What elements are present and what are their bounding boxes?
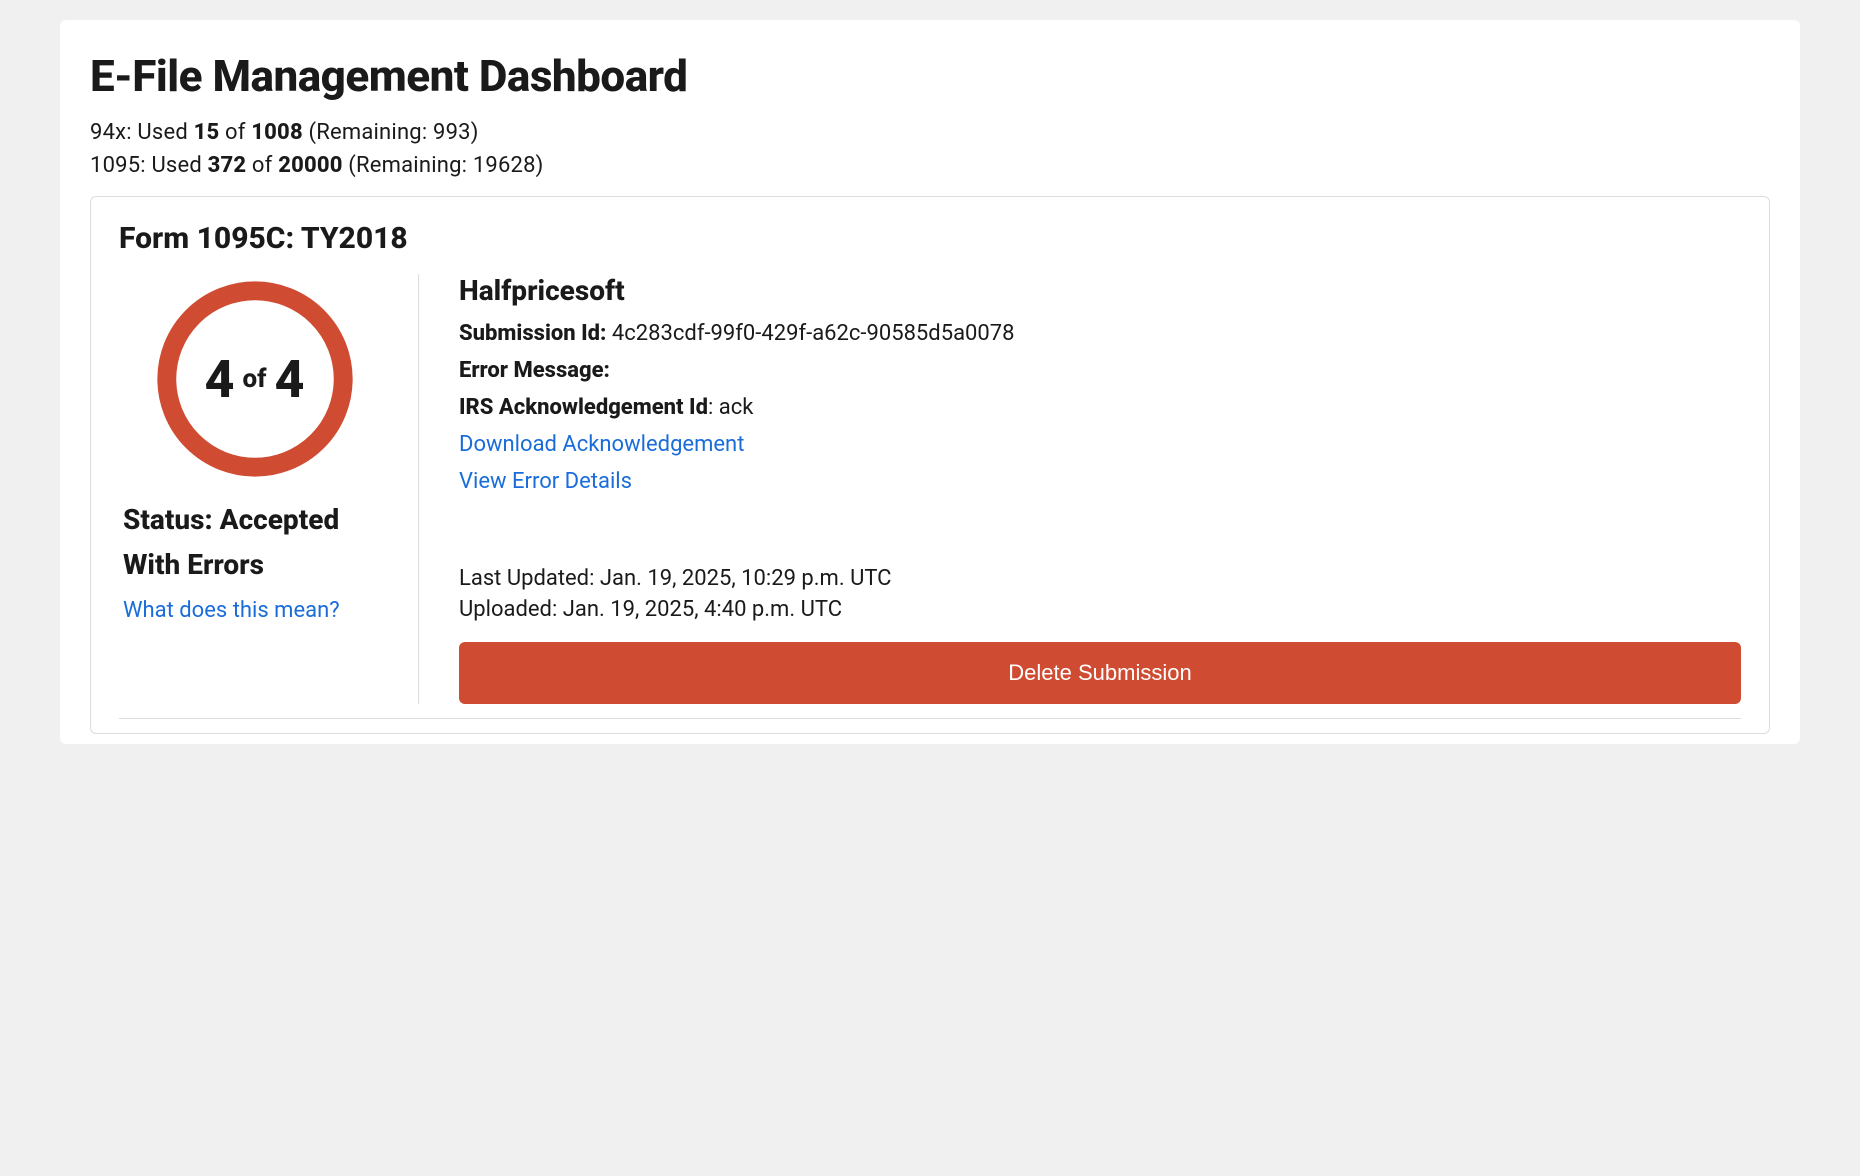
usage-1095-prefix: 1095: Used: [90, 153, 208, 178]
usage-94x-total: 1008: [251, 120, 303, 145]
form-panel: Form 1095C: TY2018 4 of 4 Status: Accept…: [90, 196, 1770, 734]
progress-done: 4: [204, 349, 234, 410]
uploaded-value: Jan. 19, 2025, 4:40 p.m. UTC: [563, 597, 842, 622]
progress-of: of: [242, 364, 266, 394]
error-message-field: Error Message:: [459, 358, 1741, 383]
submission-id-label: Submission Id:: [459, 321, 606, 346]
last-updated-label: Last Updated:: [459, 566, 600, 591]
panel-body: 4 of 4 Status: Accepted With Errors What…: [119, 274, 1741, 719]
progress-ring: 4 of 4: [150, 274, 360, 484]
ack-id-field: IRS Acknowledgement Id: ack: [459, 395, 1741, 420]
last-updated-value: Jan. 19, 2025, 10:29 p.m. UTC: [600, 566, 892, 591]
uploaded: Uploaded: Jan. 19, 2025, 4:40 p.m. UTC: [459, 597, 1741, 622]
ack-id-value: : ack: [708, 395, 753, 420]
usage-94x-mid: of: [219, 120, 251, 145]
progress-total: 4: [275, 349, 305, 410]
progress-ring-text: 4 of 4: [150, 274, 360, 484]
usage-94x: 94x: Used 15 of 1008 (Remaining: 993): [90, 120, 1770, 145]
dashboard-card: E-File Management Dashboard 94x: Used 15…: [60, 20, 1800, 744]
form-title: Form 1095C: TY2018: [119, 221, 1741, 256]
view-error-details-link[interactable]: View Error Details: [459, 469, 1741, 494]
status-label: Status: Accepted With Errors: [119, 498, 390, 588]
usage-1095-mid: of: [246, 153, 278, 178]
status-column: 4 of 4 Status: Accepted With Errors What…: [119, 274, 419, 704]
company-name: Halfpricesoft: [459, 274, 1741, 307]
download-acknowledgement-link[interactable]: Download Acknowledgement: [459, 432, 1741, 457]
ack-id-label: IRS Acknowledgement Id: [459, 395, 708, 420]
usage-94x-used: 15: [194, 120, 220, 145]
submission-id-field: Submission Id: 4c283cdf-99f0-429f-a62c-9…: [459, 321, 1741, 346]
error-message-label: Error Message:: [459, 358, 610, 383]
status-help-link[interactable]: What does this mean?: [119, 598, 340, 623]
detail-column: Halfpricesoft Submission Id: 4c283cdf-99…: [419, 274, 1741, 704]
usage-94x-remaining: (Remaining: 993): [303, 120, 479, 145]
usage-1095-remaining: (Remaining: 19628): [343, 153, 544, 178]
usage-1095: 1095: Used 372 of 20000 (Remaining: 1962…: [90, 153, 1770, 178]
usage-94x-prefix: 94x: Used: [90, 120, 194, 145]
submission-id: 4c283cdf-99f0-429f-a62c-90585d5a0078: [612, 321, 1015, 346]
spacer: [459, 506, 1741, 566]
usage-1095-total: 20000: [278, 153, 342, 178]
last-updated: Last Updated: Jan. 19, 2025, 10:29 p.m. …: [459, 566, 1741, 591]
uploaded-label: Uploaded:: [459, 597, 563, 622]
page-title: E-File Management Dashboard: [90, 50, 1770, 102]
usage-1095-used: 372: [208, 153, 247, 178]
delete-submission-button[interactable]: Delete Submission: [459, 642, 1741, 704]
